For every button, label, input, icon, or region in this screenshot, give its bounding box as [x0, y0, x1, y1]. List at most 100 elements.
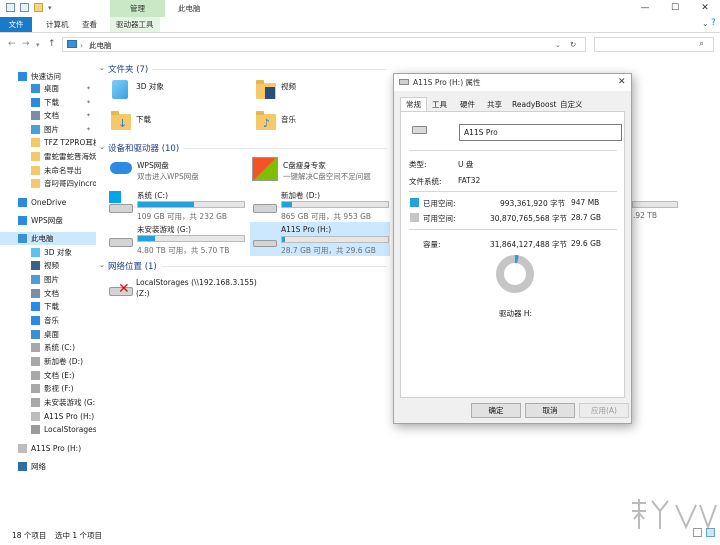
quick-access-toolbar: ▾ [6, 3, 52, 12]
nav-item[interactable]: 网络 [0, 460, 96, 473]
tab-readyboost[interactable]: ReadyBoost [507, 98, 561, 111]
nav-item[interactable]: 影视 (F:) [0, 382, 96, 395]
chevron-down-icon[interactable]: ⌄ [99, 143, 105, 151]
breadcrumb[interactable]: 此电脑 [89, 39, 112, 52]
search-input[interactable]: ⌕ [594, 37, 714, 52]
dialog-title-bar: A11S Pro (H:) 属性 ✕ [394, 74, 631, 91]
nav-item[interactable]: OneDrive [0, 196, 96, 209]
close-button[interactable]: ✕ [690, 0, 720, 17]
free-space-size: 28.7 GB [571, 213, 602, 222]
folder-icon [31, 138, 40, 147]
drive-free-text-partial: .92 TB [633, 211, 658, 220]
help-icon[interactable]: ? [711, 18, 716, 28]
manage-context-tab[interactable]: 管理 [110, 0, 165, 17]
tab-file[interactable]: 文件 [0, 17, 32, 32]
nav-item[interactable]: A11S Pro (H:) [0, 442, 96, 455]
pin-icon[interactable]: ✦ [86, 109, 91, 122]
nav-item[interactable]: 图片 ✦ [0, 123, 96, 136]
nav-item[interactable]: 音乐 [0, 314, 96, 327]
nav-item[interactable]: 音叼哥四yincrow天 [0, 177, 96, 190]
nav-item[interactable]: 视频 [0, 259, 96, 272]
nav-item[interactable]: 未安装游戏 (G:) [0, 396, 96, 409]
devices-group-header[interactable]: 设备和驱动器 (10) [108, 142, 179, 154]
nav-item[interactable]: TFZ T2PRO耳机 [0, 136, 96, 149]
desktop-icon [31, 330, 40, 339]
tab-sharing[interactable]: 共享 [482, 98, 507, 111]
nav-item[interactable]: 文档 ✦ [0, 109, 96, 122]
new-folder-icon[interactable] [34, 3, 43, 12]
item-label: WPS网盘 [137, 161, 169, 170]
drive-name-value: A11S Pro [464, 128, 498, 137]
nav-item[interactable]: 系统 (C:) [0, 341, 96, 354]
nav-item[interactable]: LocalStorages (\\ [0, 423, 96, 436]
drive-h-selected[interactable]: A11S Pro (H:) 28.7 GB 可用，共 29.6 GB [250, 222, 390, 256]
nav-item[interactable]: A11S Pro (H:) [0, 410, 96, 423]
drive-c[interactable]: 系统 (C:) 109 GB 可用，共 232 GB [108, 189, 248, 221]
folder-videos[interactable]: 视频 [253, 78, 373, 102]
nav-item[interactable]: 新加卷 (D:) [0, 355, 96, 368]
network-drive-z[interactable]: ✕ LocalStorages (\\192.168.3.155) (Z:) [108, 277, 278, 303]
folders-group-header[interactable]: 文件夹 (7) [108, 63, 148, 75]
recent-locations-icon[interactable]: ▾ [36, 41, 40, 49]
c-drive-cleaner[interactable]: C盘瘦身专家 一键解决C盘空间不足问题 [250, 157, 390, 185]
nav-item-label: 网络 [31, 462, 46, 471]
3d-objects-icon [31, 248, 40, 257]
maximize-button[interactable]: ☐ [660, 0, 690, 17]
nav-item[interactable]: 此电脑 [0, 232, 96, 245]
nav-item-label: 下载 [44, 98, 59, 107]
minimize-button[interactable]: — [630, 0, 660, 17]
chevron-down-icon[interactable]: ⌄ [99, 261, 105, 269]
drive-name: 系统 (C:) [137, 191, 168, 200]
address-bar[interactable]: › 此电脑 ⌄ ↻ [62, 37, 586, 52]
nav-item[interactable]: 图片 [0, 273, 96, 286]
nav-item-label: 系统 (C:) [44, 343, 75, 352]
tab-view[interactable]: 查看 [76, 17, 103, 32]
apply-button[interactable]: 应用(A) [579, 403, 629, 418]
pin-icon[interactable]: ✦ [86, 96, 91, 109]
properties-icon[interactable] [20, 3, 29, 12]
cancel-button[interactable]: 取消 [525, 403, 575, 418]
tab-tools[interactable]: 工具 [427, 98, 452, 111]
nav-item[interactable]: 雷蛇雷蛇晋海妖V [0, 150, 96, 163]
chevron-down-icon[interactable]: ⌄ [702, 19, 709, 28]
back-button[interactable]: ← [8, 39, 16, 49]
forward-button[interactable]: → [22, 39, 30, 49]
drive-d[interactable]: 新加卷 (D:) 865 GB 可用，共 953 GB [250, 189, 390, 221]
document-icon [31, 289, 40, 298]
folder-music[interactable]: ♪ 音乐 [253, 109, 373, 133]
nav-item[interactable]: 文档 (E:) [0, 369, 96, 382]
dialog-close-button[interactable]: ✕ [618, 74, 626, 91]
tab-drive-tools[interactable]: 驱动器工具 [110, 17, 160, 32]
tab-customize[interactable]: 自定义 [555, 98, 588, 111]
network-group-header[interactable]: 网络位置 (1) [108, 260, 157, 272]
drive-name-input[interactable]: A11S Pro [459, 124, 622, 141]
refresh-button[interactable]: ↻ [570, 38, 576, 51]
nav-item[interactable]: WPS网盘 [0, 214, 96, 227]
tab-hardware[interactable]: 硬件 [455, 98, 480, 111]
nav-item[interactable]: 桌面 [0, 328, 96, 341]
nav-item[interactable]: 桌面 ✦ [0, 82, 96, 95]
item-description: 一键解决C盘空间不足问题 [283, 172, 371, 181]
free-space-label: 可用空间: [423, 214, 456, 223]
nav-item[interactable]: 下载 ✦ [0, 96, 96, 109]
pin-icon[interactable]: ✦ [86, 82, 91, 95]
ok-button[interactable]: 确定 [471, 403, 521, 418]
tab-computer[interactable]: 计算机 [40, 17, 75, 32]
nav-item[interactable]: 未命名导出 [0, 164, 96, 177]
pin-icon[interactable]: ✦ [86, 123, 91, 136]
drive-usage-bar [137, 235, 245, 242]
nav-item[interactable]: 下载 [0, 300, 96, 313]
folder-downloads[interactable]: ↓ 下载 [108, 109, 228, 133]
drive-g[interactable]: 未安装游戏 (G:) 4.80 TB 可用，共 5.70 TB [108, 223, 248, 255]
download-icon: ↓ [118, 117, 128, 130]
filesystem-value: FAT32 [458, 176, 481, 185]
nav-item[interactable]: 文档 [0, 287, 96, 300]
nav-item[interactable]: 3D 对象 [0, 246, 96, 259]
chevron-down-icon[interactable]: ▾ [48, 4, 52, 12]
folder-3d-objects[interactable]: 3D 对象 [108, 78, 228, 102]
chevron-down-icon[interactable]: ⌄ [99, 64, 105, 72]
up-button[interactable]: ↑ [48, 39, 56, 49]
filesystem-label: 文件系统: [409, 177, 442, 186]
chevron-down-icon[interactable]: ⌄ [555, 39, 561, 52]
wps-cloud-drive[interactable]: WPS网盘 双击进入WPS网盘 [108, 157, 248, 185]
